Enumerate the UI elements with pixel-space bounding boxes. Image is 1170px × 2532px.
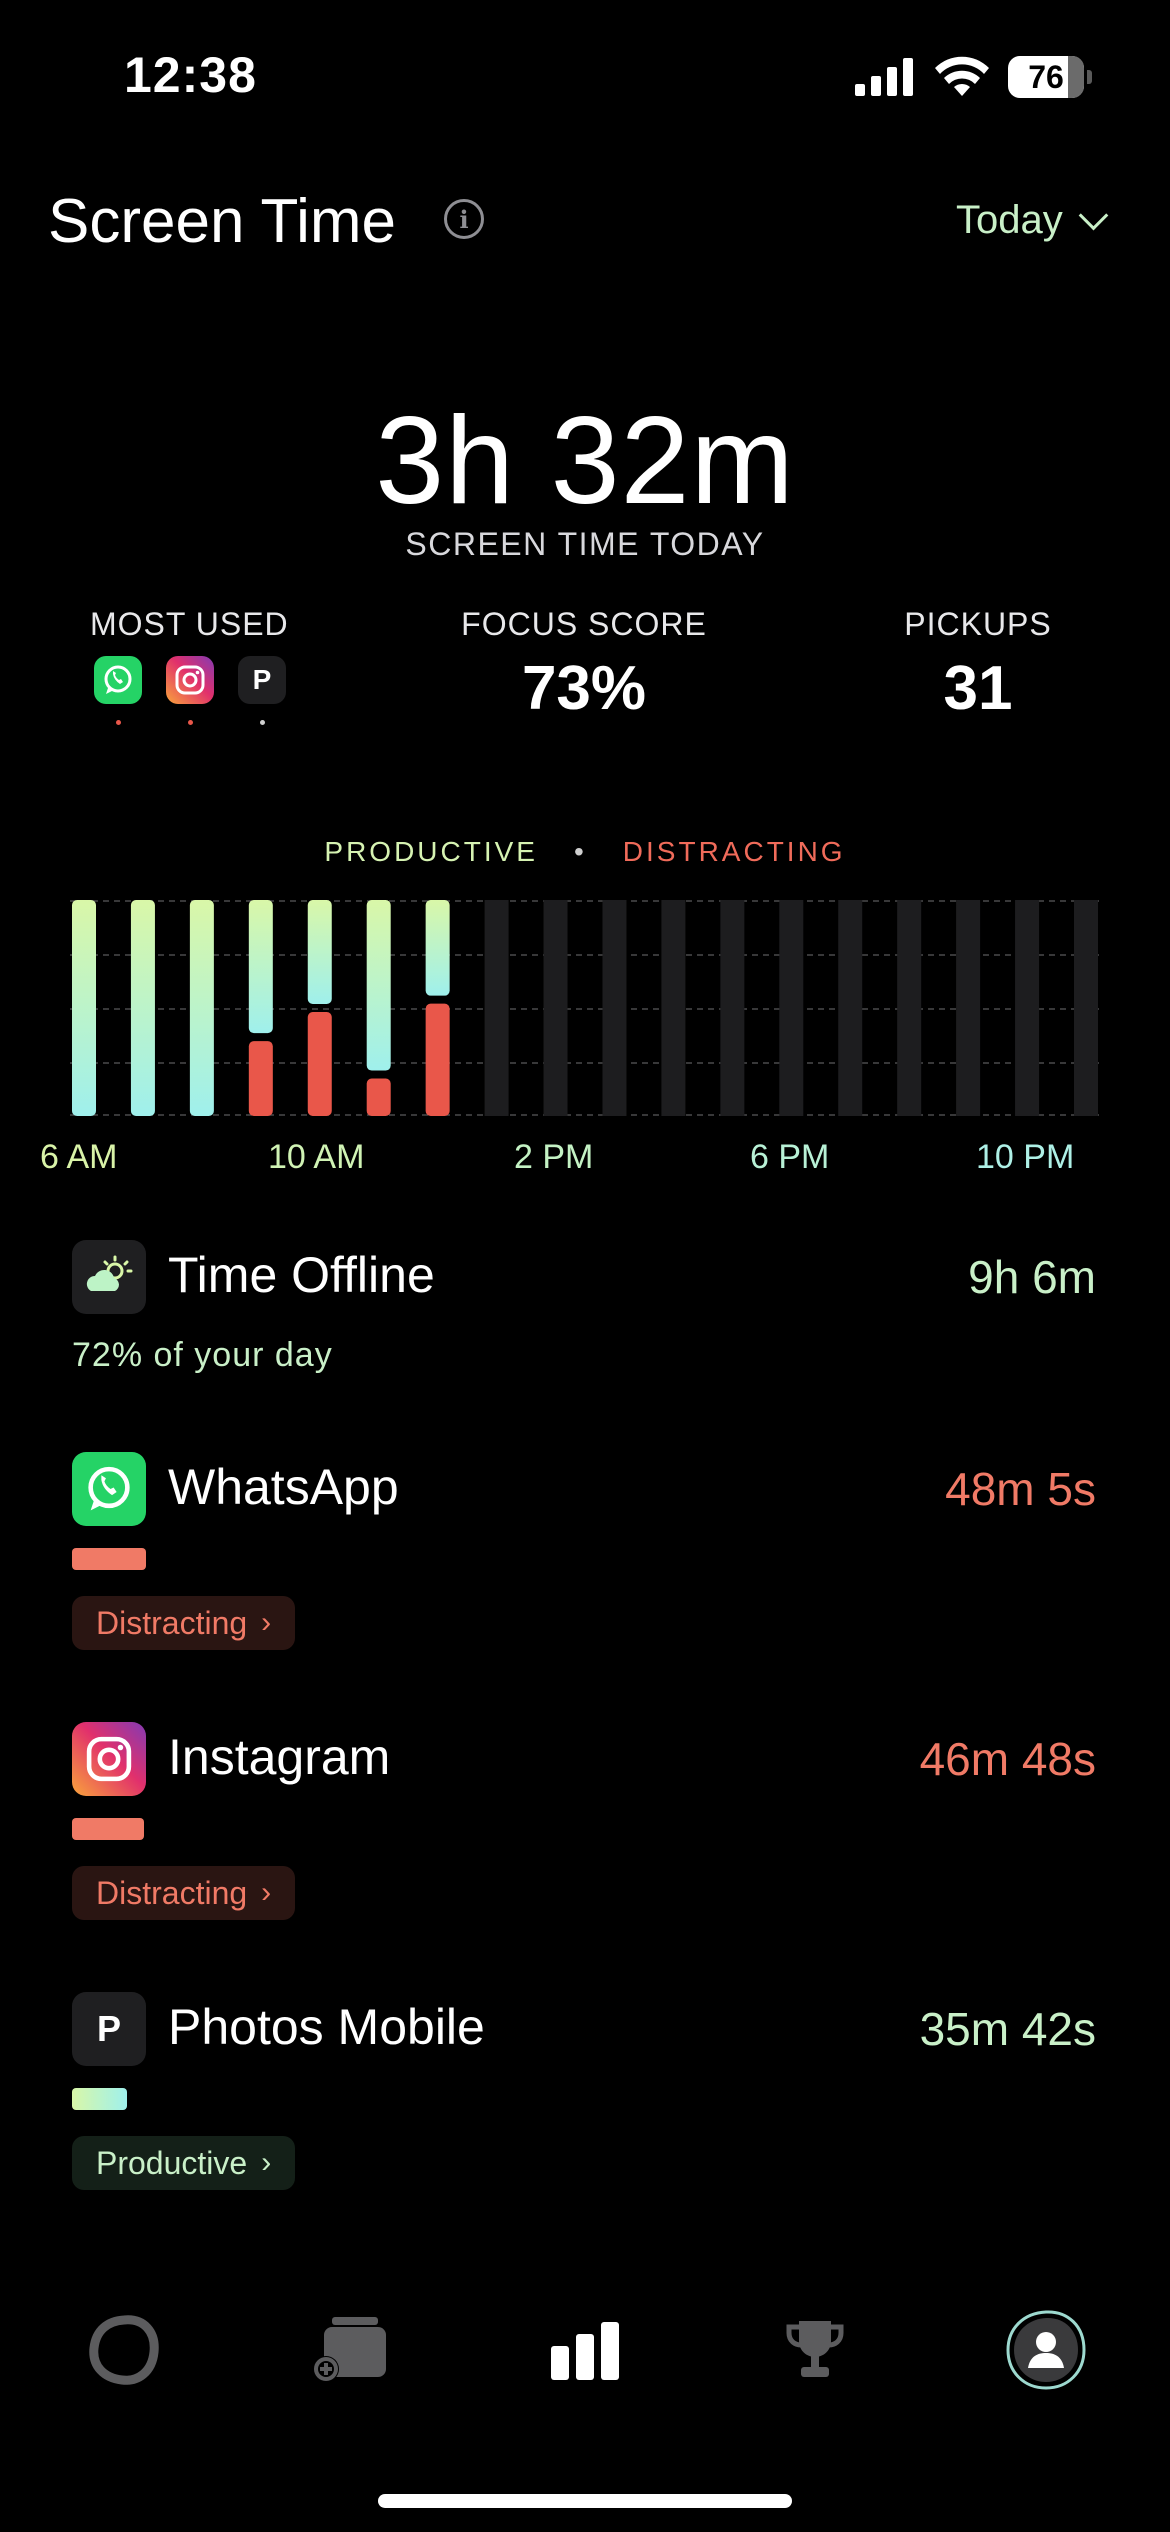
stats-icon	[551, 2322, 619, 2380]
app-name: Instagram	[168, 1729, 391, 1785]
category-label: Productive	[96, 2144, 248, 2181]
chart-bar-distracting	[425, 1003, 450, 1116]
chart-bar-empty	[661, 900, 686, 1116]
legend-distracting: DISTRACTING	[622, 836, 846, 867]
tab-profile[interactable]	[996, 2310, 1096, 2390]
category-pill-productive[interactable]: Productive ›	[72, 2136, 296, 2190]
time-offline-value: 9h 6m	[968, 1251, 1096, 1303]
chart-bar-productive	[248, 900, 273, 1034]
tab-home[interactable]	[74, 2310, 174, 2390]
chart-bar-productive	[72, 900, 96, 1116]
pickups-label: PICKUPS	[904, 606, 1052, 642]
category-label: Distracting	[96, 1604, 248, 1641]
date-range-dropdown[interactable]: Today	[956, 198, 1109, 243]
photos-mobile-icon: P	[72, 1992, 146, 2066]
hourly-usage-chart[interactable]	[70, 900, 1100, 1116]
app-name: WhatsApp	[168, 1459, 399, 1515]
tab-achievements[interactable]	[765, 2310, 865, 2390]
focus-score-value: 73%	[521, 654, 647, 723]
chevron-right-icon: ›	[261, 1606, 272, 1639]
profile-icon	[1006, 2310, 1086, 2390]
add-photos-icon	[313, 2317, 386, 2382]
pickups-stat: PICKUPS 31	[838, 606, 1118, 724]
weather-partly-sunny-icon	[72, 1240, 146, 1314]
chart-bar-empty	[956, 900, 981, 1116]
x-axis-tick-label: 2 PM	[514, 1138, 594, 1176]
whatsapp-icon[interactable]	[94, 656, 142, 704]
home-icon	[89, 2315, 159, 2385]
pickups-value: 31	[943, 654, 1013, 723]
chart-bar-empty	[1015, 900, 1040, 1116]
time-offline-title: Time Offline	[168, 1247, 435, 1303]
x-axis-tick-label: 10 PM	[976, 1138, 1075, 1176]
chevron-right-icon: ›	[261, 1876, 272, 1909]
app-row-whatsapp[interactable]: WhatsApp 48m 5s Distracting ›	[0, 1440, 1170, 1660]
chart-bar-distracting	[248, 1041, 273, 1116]
chart-bar-productive	[130, 900, 155, 1116]
chart-bar-productive	[189, 900, 214, 1116]
chart-bar-empty	[602, 900, 627, 1116]
page-title: Screen Time	[48, 187, 397, 256]
chart-bar-distracting	[366, 1078, 391, 1116]
app-time: 46m 48s	[919, 1733, 1096, 1785]
tab-stats[interactable]	[535, 2310, 635, 2390]
usage-bar	[72, 1818, 144, 1840]
app-row-instagram[interactable]: Instagram 46m 48s Distracting ›	[0, 1710, 1170, 1930]
focus-score-stat: FOCUS SCORE 73%	[384, 606, 784, 724]
chart-bar-empty	[720, 900, 745, 1116]
chart-bar-productive	[425, 900, 450, 996]
photos-mobile-icon[interactable]: P	[238, 656, 286, 704]
battery-icon: 76	[1008, 56, 1092, 98]
x-axis-tick-label: 6 PM	[750, 1138, 830, 1176]
chart-bar-productive	[366, 900, 391, 1071]
total-screen-time-caption: SCREEN TIME TODAY	[405, 526, 765, 562]
date-range-label: Today	[956, 198, 1063, 242]
chart-bar-empty	[543, 900, 568, 1116]
category-pill-distracting[interactable]: Distracting ›	[72, 1866, 296, 1920]
instagram-icon	[72, 1722, 146, 1796]
chart-bar-empty	[484, 900, 509, 1116]
app-row-photos-mobile[interactable]: P Photos Mobile 35m 42s Productive ›	[0, 1980, 1170, 2200]
most-used-label: MOST USED	[90, 606, 289, 642]
app-name: Photos Mobile	[168, 1999, 485, 2055]
category-label: Distracting	[96, 1874, 248, 1911]
tab-add-photos[interactable]	[304, 2310, 404, 2390]
chart-bar-empty	[779, 900, 804, 1116]
chart-bar-productive	[307, 900, 332, 1004]
home-indicator	[378, 2494, 792, 2508]
whatsapp-icon	[72, 1452, 146, 1526]
distracting-dot	[116, 720, 121, 725]
chart-bar-empty	[1074, 900, 1098, 1116]
time-offline-caption: 72% of your day	[72, 1336, 333, 1374]
chart-legend: PRODUCTIVE • DISTRACTING	[324, 836, 846, 867]
total-screen-time: 3h 32m	[375, 392, 795, 530]
app-time: 35m 42s	[919, 2003, 1096, 2055]
x-axis-tick-label: 6 AM	[40, 1138, 118, 1176]
chevron-right-icon: ›	[261, 2146, 272, 2179]
info-icon[interactable]: i	[444, 199, 484, 239]
wifi-icon	[935, 56, 989, 96]
usage-bar	[72, 2088, 127, 2110]
instagram-icon[interactable]	[166, 656, 214, 704]
cellular-signal-icon	[855, 58, 913, 96]
trophy-icon	[786, 2321, 844, 2377]
productive-dot	[260, 720, 265, 725]
app-time: 48m 5s	[945, 1463, 1096, 1515]
chart-bar-empty	[897, 900, 922, 1116]
focus-score-label: FOCUS SCORE	[461, 606, 707, 642]
chart-bar-empty	[838, 900, 863, 1116]
status-time: 12:38	[124, 47, 257, 103]
usage-bar	[72, 1548, 146, 1570]
chevron-down-icon	[1078, 200, 1109, 231]
distracting-dot	[188, 720, 193, 725]
legend-productive: PRODUCTIVE	[324, 836, 538, 867]
category-pill-distracting[interactable]: Distracting ›	[72, 1596, 296, 1650]
x-axis-tick-label: 10 AM	[268, 1138, 365, 1176]
battery-level: 76	[1028, 58, 1064, 95]
chart-bar-distracting	[307, 1012, 332, 1116]
